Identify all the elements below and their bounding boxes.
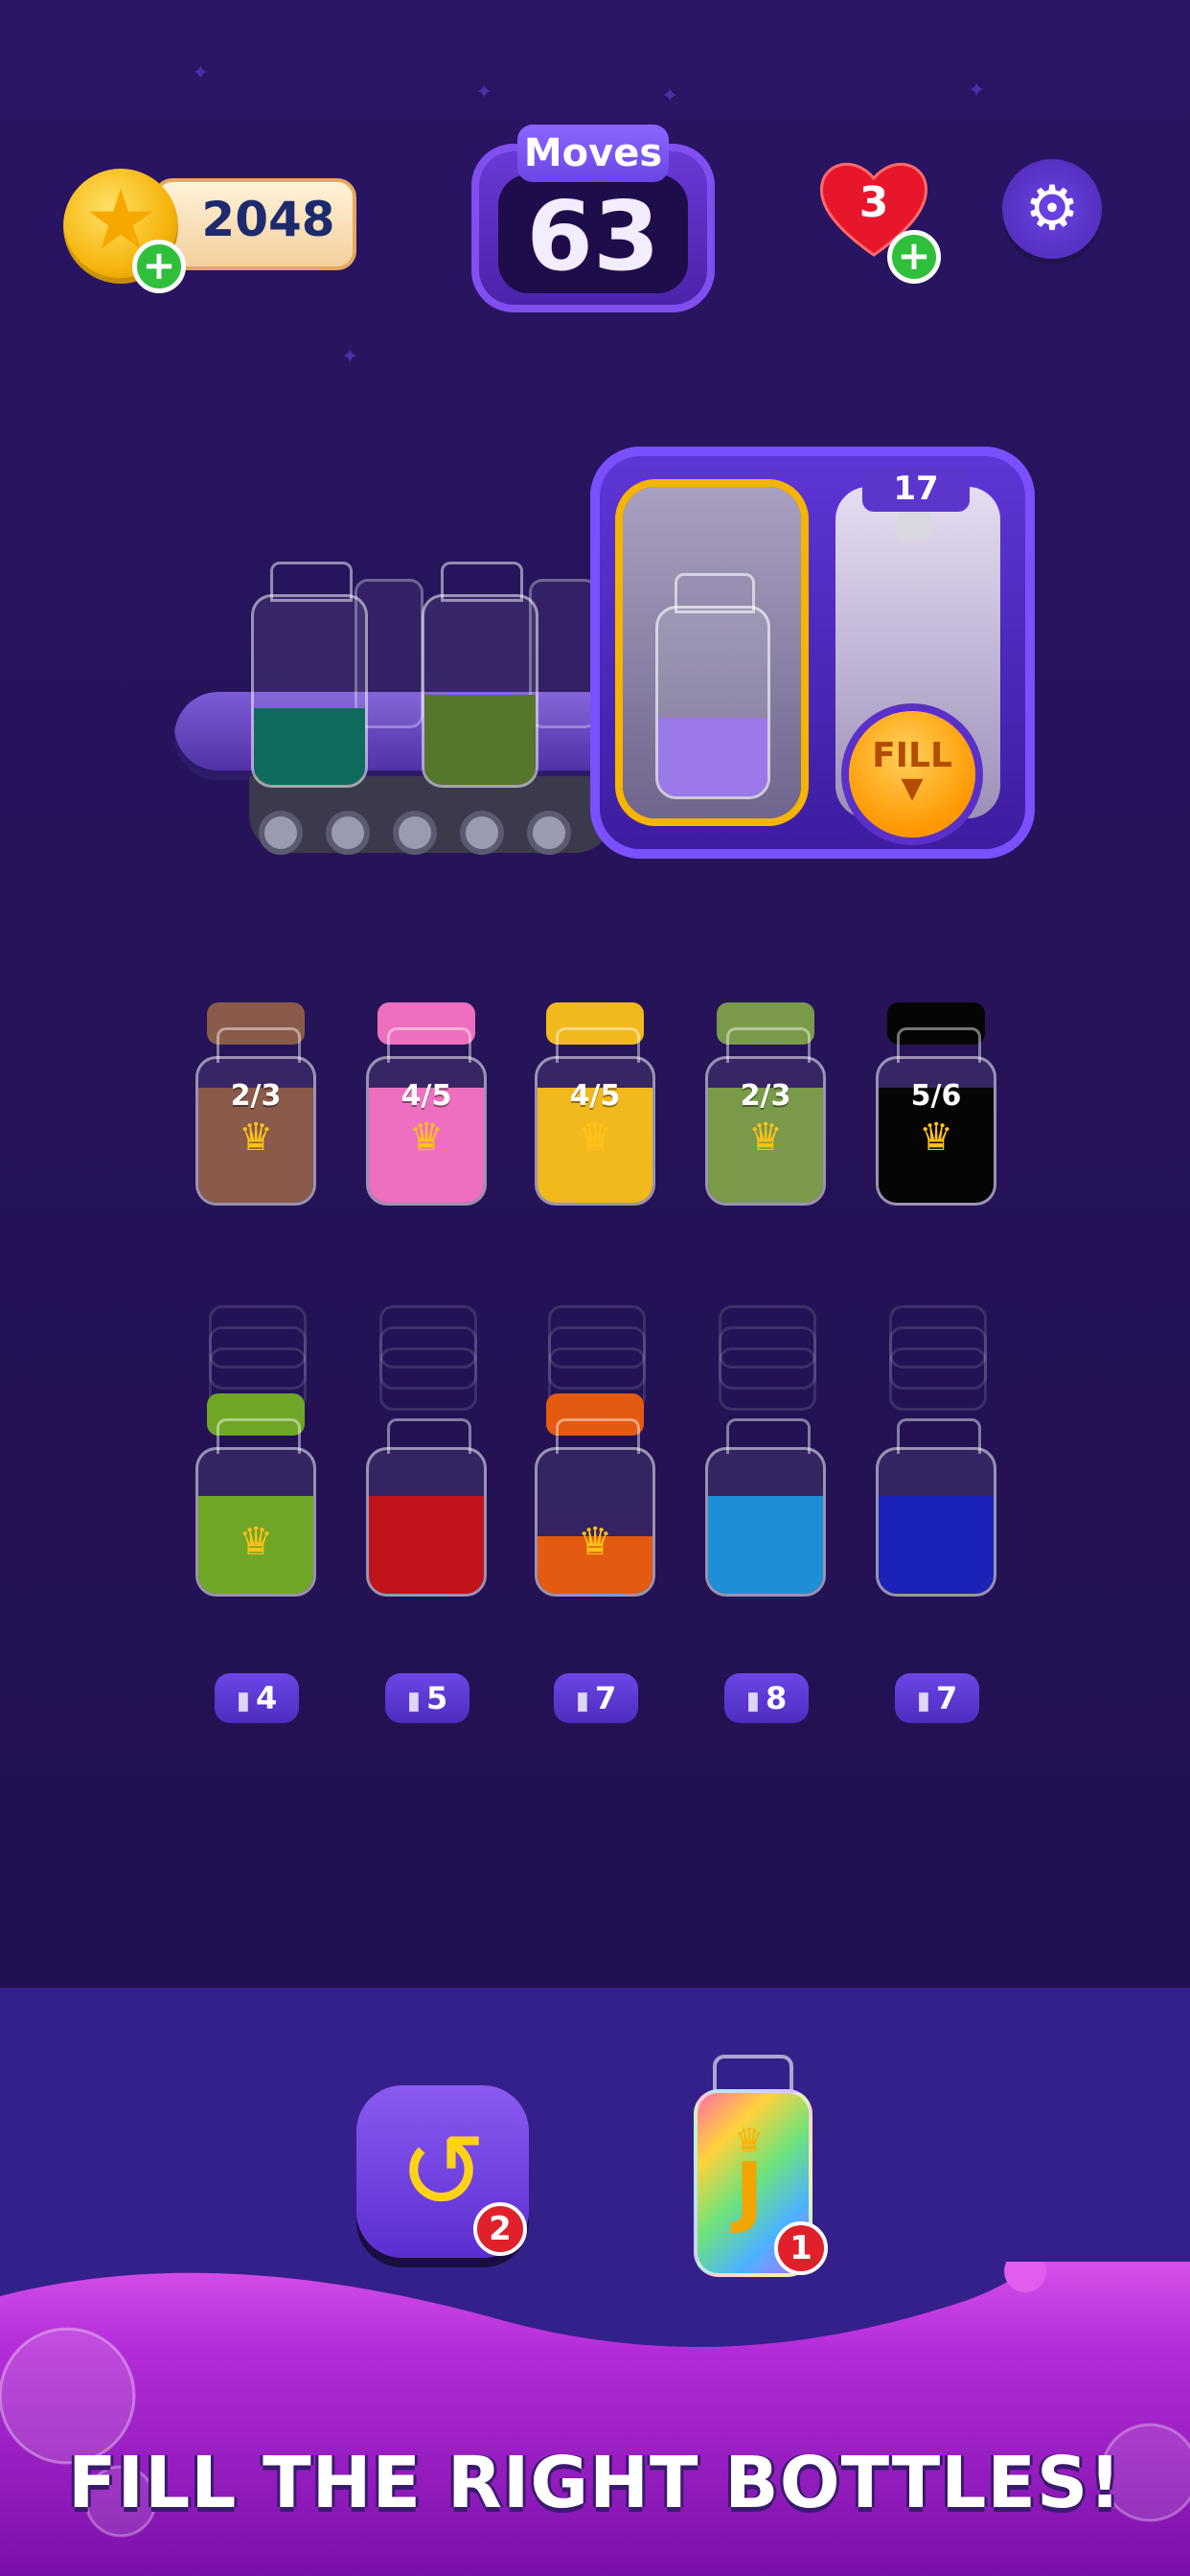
star-decoration: ✦ xyxy=(661,84,679,108)
roller xyxy=(326,811,370,855)
bottle-liquid xyxy=(708,1496,823,1594)
fill-fraction: 5/6 xyxy=(910,1079,962,1113)
roller xyxy=(460,811,504,855)
undo-count-badge: 2 xyxy=(473,2202,527,2256)
bottle-count-pill: ▮ 7 xyxy=(554,1673,638,1723)
bottle-icon: ▮ xyxy=(745,1687,761,1715)
joker-label: J xyxy=(735,2147,764,2236)
bottle-icon: ▮ xyxy=(236,1687,251,1715)
bottle-count: 5 xyxy=(426,1680,448,1716)
crown-icon: ♛ xyxy=(239,1520,273,1564)
roller xyxy=(259,811,303,855)
banner-text: FILL THE RIGHT BOTTLES! xyxy=(67,2442,1122,2524)
add-coins-button[interactable]: + xyxy=(132,240,186,293)
fill-button[interactable]: FILL ▼ xyxy=(849,711,975,838)
lives-count: 3 xyxy=(858,178,889,227)
fill-fraction: 2/3 xyxy=(740,1079,791,1113)
bottle-icon: ▮ xyxy=(916,1687,931,1715)
bottle-liquid xyxy=(879,1496,994,1594)
star-decoration: ✦ xyxy=(192,61,210,85)
arrow-down-icon: ▼ xyxy=(901,771,924,805)
purple-slime-decoration xyxy=(0,2262,1190,2576)
target-bottle[interactable]: 2/3 ♛ xyxy=(705,1002,826,1206)
settings-button[interactable]: ⚙ xyxy=(1002,159,1102,259)
undo-icon: ↺ xyxy=(398,2110,488,2233)
crown-icon: ♛ xyxy=(748,1116,783,1160)
star-decoration: ✦ xyxy=(341,345,359,369)
target-bottle[interactable]: 4/5 ♛ xyxy=(366,1002,487,1206)
bottle-count: 8 xyxy=(766,1680,788,1716)
gear-icon: ⚙ xyxy=(1024,173,1080,244)
roller xyxy=(393,811,437,855)
conveyor-jar xyxy=(422,562,538,788)
fill-fraction: 2/3 xyxy=(230,1079,282,1113)
crown-icon: ♛ xyxy=(578,1116,612,1160)
coin-count: 2048 xyxy=(201,192,335,247)
stack-bottle[interactable] xyxy=(876,1393,996,1597)
bottle-icon: ▮ xyxy=(406,1687,422,1715)
nozzle xyxy=(897,512,931,540)
conveyor-jar xyxy=(251,562,368,788)
fill-label: FILL xyxy=(872,736,952,775)
bottle-count-pill: ▮ 7 xyxy=(895,1673,979,1723)
crown-icon: ♛ xyxy=(578,1520,612,1564)
bottle-count-pill: ▮ 5 xyxy=(385,1673,469,1723)
star-decoration: ✦ xyxy=(968,79,986,103)
stack-bottle[interactable] xyxy=(366,1393,487,1597)
bottle-count: 7 xyxy=(595,1680,617,1716)
add-lives-button[interactable]: + xyxy=(887,230,941,284)
bottle-count: 7 xyxy=(936,1680,958,1716)
conveyor-jar xyxy=(529,579,598,728)
moves-label: Moves xyxy=(517,125,669,182)
crown-icon: ♛ xyxy=(239,1116,273,1160)
bottle-liquid xyxy=(369,1496,484,1594)
fill-fraction: 4/5 xyxy=(569,1079,621,1113)
bottle-count: 4 xyxy=(256,1680,278,1716)
fill-fraction: 4/5 xyxy=(400,1079,452,1113)
capacity-counter: 17 xyxy=(862,466,970,512)
stack-bottle[interactable]: ♛ xyxy=(535,1393,655,1597)
target-bottle[interactable]: 2/3 ♛ xyxy=(195,1002,316,1206)
target-bottle[interactable]: 5/6 ♛ xyxy=(876,1002,996,1206)
crown-icon: ♛ xyxy=(919,1116,953,1160)
stack-bottle[interactable] xyxy=(705,1393,826,1597)
target-bottle[interactable]: 4/5 ♛ xyxy=(535,1002,655,1206)
bottle-count-pill: ▮ 4 xyxy=(215,1673,299,1723)
crown-icon: ♛ xyxy=(409,1116,444,1160)
star-decoration: ✦ xyxy=(475,80,493,104)
roller xyxy=(527,811,571,855)
bottle-icon: ▮ xyxy=(575,1687,590,1715)
moves-count: 63 xyxy=(526,180,660,292)
bottle-count-pill: ▮ 8 xyxy=(724,1673,809,1723)
stack-bottle[interactable]: ♛ xyxy=(195,1393,316,1597)
fill-slot-jar xyxy=(655,573,770,799)
